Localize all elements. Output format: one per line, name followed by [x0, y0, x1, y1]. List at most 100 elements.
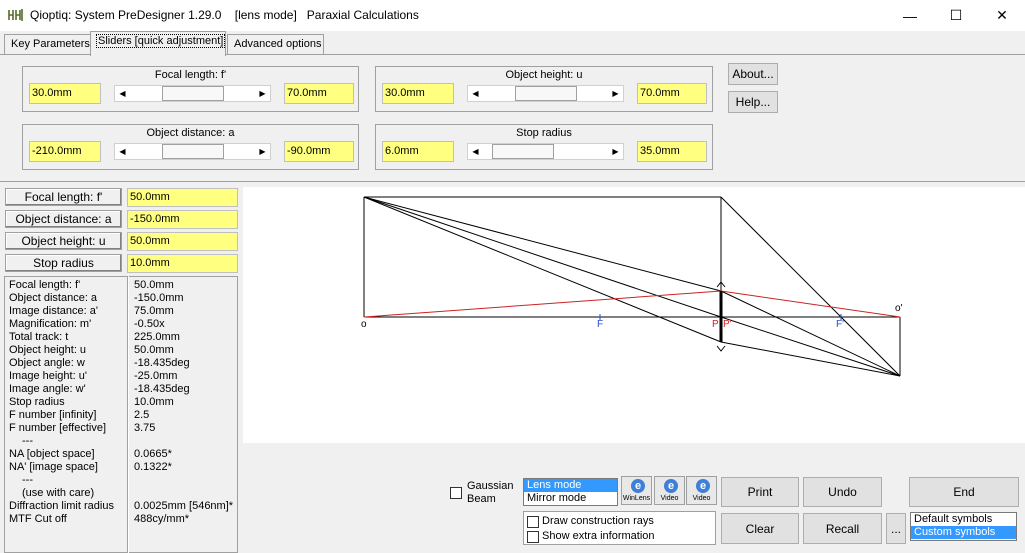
video-button-1[interactable]: e Video [654, 476, 685, 505]
slider-thumb[interactable] [162, 86, 224, 101]
param-label-object-height[interactable]: Object height: u [5, 232, 122, 250]
param-label-stop-radius[interactable]: Stop radius [5, 254, 122, 272]
tab-label: Key Parameters [11, 38, 90, 50]
result-value: -18.435deg [134, 357, 190, 369]
object-distance-slider[interactable]: ◀ ▶ [114, 143, 271, 160]
scroll-left-icon[interactable]: ◀ [115, 144, 130, 159]
list-item-custom-symbols[interactable]: Custom symbols [911, 526, 1016, 539]
focal-max-field[interactable]: 70.0mm [284, 83, 354, 104]
button-caption: Video [692, 495, 711, 502]
show-extra-information-checkbox[interactable] [527, 531, 539, 543]
result-value: 2.5 [134, 409, 150, 421]
param-label-focal-length[interactable]: Focal length: f' [5, 188, 122, 206]
param-value-focal-length[interactable]: 50.0mm [127, 188, 238, 207]
about-button[interactable]: About... [728, 63, 778, 85]
list-item-lens-mode[interactable]: Lens mode [524, 479, 617, 492]
close-icon: ✕ [996, 7, 1008, 23]
object-distance-max-field[interactable]: -90.0mm [284, 141, 354, 162]
stop-radius-min-field[interactable]: 6.0mm [382, 141, 454, 162]
slider-thumb[interactable] [492, 144, 554, 159]
end-label: End [953, 485, 975, 499]
image-point-label: o' [895, 303, 903, 314]
recall-label: Recall [825, 521, 860, 536]
scroll-left-icon[interactable]: ◀ [115, 86, 130, 101]
principal-plane-label: P [712, 319, 719, 330]
list-item-mirror-mode[interactable]: Mirror mode [524, 492, 617, 505]
end-button[interactable]: End [909, 477, 1019, 507]
result-value: 50.0mm [134, 344, 174, 356]
more-options-button[interactable]: ... [886, 513, 906, 544]
object-point-label: o [361, 319, 367, 330]
scroll-right-icon[interactable]: ▶ [608, 86, 623, 101]
result-label: Diffraction limit radius [9, 500, 114, 512]
maximize-icon: ☐ [949, 7, 963, 23]
help-button[interactable]: Help... [728, 91, 778, 113]
slider-thumb[interactable] [162, 144, 224, 159]
gaussian-beam-checkbox[interactable] [450, 487, 462, 499]
symbols-listbox[interactable]: Default symbols Custom symbols [910, 512, 1017, 541]
tab-sliders[interactable]: Sliders [quick adjustment] [90, 31, 226, 56]
stop-radius-slider-group: Stop radius 6.0mm ◀ ▶ 35.0mm [375, 124, 713, 170]
scroll-right-icon[interactable]: ▶ [255, 86, 270, 101]
param-value-object-distance[interactable]: -150.0mm [127, 210, 238, 229]
chief-ray [363, 196, 722, 318]
draw-construction-rays-checkbox[interactable] [527, 516, 539, 528]
winlens-button[interactable]: e WinLens [621, 476, 652, 505]
object-height-slider-group: Object height: u 30.0mm ◀ ▶ 70.0mm [375, 66, 713, 112]
ray-diagram: o o' F F' P P' [243, 187, 1025, 443]
tab-key-parameters[interactable]: Key Parameters [4, 34, 91, 54]
result-label: Image distance: a' [9, 305, 98, 317]
undo-button[interactable]: Undo [803, 477, 882, 507]
clear-label: Clear [745, 521, 775, 536]
scroll-left-icon[interactable]: ◀ [468, 144, 483, 159]
focal-min-field[interactable]: 30.0mm [29, 83, 101, 104]
stop-radius-max-field[interactable]: 35.0mm [637, 141, 707, 162]
result-label: Focal length: f' [9, 279, 81, 291]
browser-icon: e [664, 479, 678, 493]
object-height-max-field[interactable]: 70.0mm [637, 83, 707, 104]
clear-button[interactable]: Clear [721, 513, 799, 544]
result-label: Image angle: w' [9, 383, 86, 395]
close-button[interactable]: ✕ [979, 0, 1025, 31]
param-label-object-distance[interactable]: Object distance: a [5, 210, 122, 228]
list-item-default-symbols[interactable]: Default symbols [911, 513, 1016, 526]
focal-length-slider-group: Focal length: f' 30.0mm ◀ ▶ 70.0mm [22, 66, 359, 112]
button-caption: WinLens [622, 495, 651, 502]
stop-radius-slider[interactable]: ◀ ▶ [467, 143, 624, 160]
result-label: Total track: t [9, 331, 69, 343]
results-divider [127, 276, 129, 553]
object-height-slider[interactable]: ◀ ▶ [467, 85, 624, 102]
result-value: 0.1322* [134, 461, 172, 473]
maximize-button[interactable]: ☐ [933, 0, 979, 31]
object-height-min-field[interactable]: 30.0mm [382, 83, 454, 104]
result-value: 225.0mm [134, 331, 180, 343]
object-distance-min-field[interactable]: -210.0mm [29, 141, 101, 162]
ray-diagram-canvas: o o' F F' P P' [361, 196, 903, 377]
result-label: F number [effective] [9, 422, 107, 434]
focal-length-slider[interactable]: ◀ ▶ [114, 85, 271, 102]
result-value: 488cy/mm* [134, 513, 190, 525]
scroll-left-icon[interactable]: ◀ [468, 86, 483, 101]
result-value: 75.0mm [134, 305, 174, 317]
app-icon [8, 9, 23, 21]
param-value-stop-radius[interactable]: 10.0mm [127, 254, 238, 273]
display-options-box: Draw construction rays Show extra inform… [523, 511, 716, 545]
video-button-2[interactable]: e Video [686, 476, 717, 505]
result-value: 0.0025mm [546nm]* [134, 500, 234, 512]
browser-icon: e [631, 479, 645, 493]
param-value-object-height[interactable]: 50.0mm [127, 232, 238, 251]
show-extra-information-label: Show extra information [542, 530, 655, 542]
result-value: -150.0mm [134, 292, 184, 304]
minimize-button[interactable]: — [887, 0, 933, 31]
scroll-right-icon[interactable]: ▶ [255, 144, 270, 159]
slider-panel: Focal length: f' 30.0mm ◀ ▶ 70.0mm Objec… [0, 55, 1025, 182]
tab-advanced-options[interactable]: Advanced options [227, 34, 324, 54]
recall-button[interactable]: Recall [803, 513, 882, 544]
mode-listbox[interactable]: Lens mode Mirror mode [523, 478, 618, 506]
print-button[interactable]: Print [721, 477, 799, 507]
slider-thumb[interactable] [515, 86, 577, 101]
tab-strip: Key Parameters Sliders [quick adjustment… [0, 31, 1025, 56]
browser-icon: e [696, 479, 710, 493]
group-title: Object distance: a [146, 127, 235, 139]
scroll-right-icon[interactable]: ▶ [608, 144, 623, 159]
